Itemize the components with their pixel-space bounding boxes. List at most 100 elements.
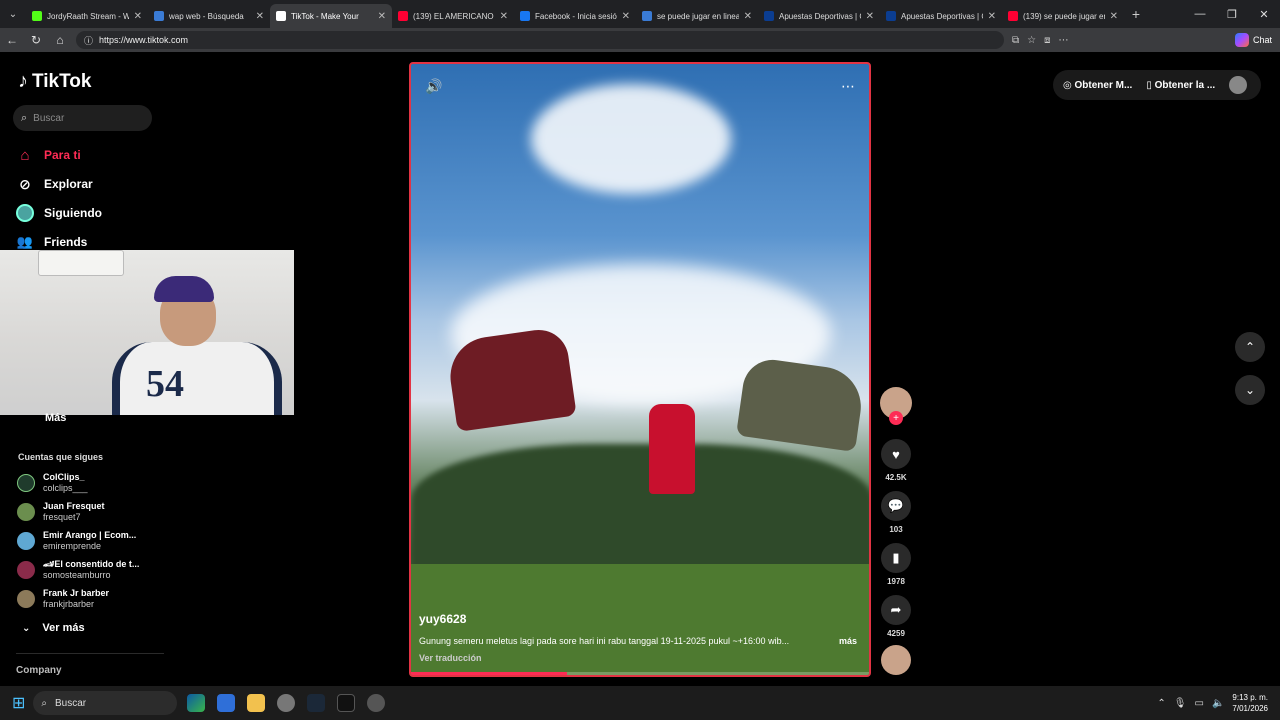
browser-tab[interactable]: TikTok - Make Your ✕ <box>270 4 392 28</box>
home-button[interactable]: ⌂ <box>48 33 72 47</box>
close-tab-icon[interactable]: ✕ <box>378 11 386 22</box>
volume-tray-icon[interactable]: 🔈 <box>1212 698 1224 709</box>
video-author[interactable]: yuy6628 <box>419 612 466 626</box>
settings-menu-icon[interactable]: ⋯ <box>1058 35 1068 46</box>
browser-tab[interactable]: JordyRaath Stream - Wa ✕ <box>26 4 148 28</box>
tiktok-logo[interactable]: ♪ TikTok <box>18 70 91 93</box>
more-link[interactable]: Más <box>45 412 66 424</box>
taskbar-search-input[interactable]: ⌕ Buscar <box>33 691 178 715</box>
sound-avatar-button[interactable] <box>879 645 913 675</box>
microphone-icon[interactable]: 🎙 <box>1174 698 1187 709</box>
sound-avatar <box>881 645 911 675</box>
back-button[interactable]: ← <box>0 33 24 47</box>
tray-chevron-icon[interactable]: ⌃ <box>1157 698 1165 709</box>
followed-account[interactable]: Emir Arango | Ecom... emiremprende <box>17 530 136 552</box>
sidebar-search-input[interactable]: ⌕ Buscar <box>13 105 152 131</box>
tab-favicon <box>154 11 164 21</box>
clock[interactable]: 9:13 p. m. 7/01/2026 <box>1232 692 1268 714</box>
tab-favicon <box>764 11 774 21</box>
more-options-icon[interactable]: ⋯ <box>841 78 855 95</box>
see-more-button[interactable]: ⌄ Ver más <box>22 622 85 634</box>
tab-title: Apuestas Deportivas | C <box>901 11 983 21</box>
tab-favicon <box>886 11 896 21</box>
browser-tab[interactable]: Apuestas Deportivas | C ✕ <box>758 4 880 28</box>
close-tab-icon[interactable]: ✕ <box>744 11 752 22</box>
followed-account[interactable]: Frank Jr barber frankjrbarber <box>17 588 109 610</box>
share-button[interactable]: ➦ 4259 <box>879 595 913 638</box>
close-window-button[interactable]: ✕ <box>1248 8 1280 21</box>
collections-icon[interactable]: ⧈ <box>1044 35 1050 46</box>
sidebar-item-explorar[interactable]: ⊘ Explorar <box>16 175 93 193</box>
translate-link[interactable]: Ver traducción <box>419 653 482 663</box>
get-app-button[interactable]: ▯ Obtener la ... <box>1146 80 1215 91</box>
minimize-button[interactable]: — <box>1184 8 1216 21</box>
extensions-icon[interactable]: ⧉ <box>1012 35 1019 46</box>
edge-icon[interactable] <box>187 694 206 712</box>
tab-actions-button[interactable]: ⌄ <box>0 0 26 28</box>
volume-icon[interactable]: 🔊 <box>425 78 442 95</box>
account-name: Frank Jr barber <box>43 588 110 598</box>
tiktok-app-icon[interactable] <box>337 694 356 712</box>
close-tab-icon[interactable]: ✕ <box>256 11 264 22</box>
browser-tab[interactable]: (139) se puede jugar en ✕ <box>1002 4 1124 28</box>
close-tab-icon[interactable]: ✕ <box>622 11 630 22</box>
close-tab-icon[interactable]: ✕ <box>988 11 996 22</box>
close-tab-icon[interactable]: ✕ <box>866 11 874 22</box>
close-tab-icon[interactable]: ✕ <box>1110 11 1118 22</box>
cloud <box>531 84 731 194</box>
profile-avatar[interactable] <box>1229 76 1248 94</box>
save-button[interactable]: ▮ 1978 <box>879 543 913 586</box>
store-icon[interactable] <box>217 694 236 712</box>
copilot-chat-button[interactable]: Chat <box>1234 33 1272 47</box>
close-tab-icon[interactable]: ✕ <box>134 11 142 22</box>
search-icon: ⌕ <box>21 111 28 124</box>
settings-icon[interactable] <box>367 694 386 712</box>
reload-button[interactable]: ↻ <box>24 33 48 47</box>
next-video-button[interactable]: ⌄ <box>1235 375 1265 405</box>
avatar <box>17 532 35 550</box>
windows-start-icon[interactable]: ⊞ <box>12 693 25 713</box>
author-avatar-button[interactable]: + <box>879 387 913 425</box>
chrome-icon[interactable] <box>277 694 296 712</box>
followed-account[interactable]: 🏎El consentido de t... somosteamburro <box>17 559 139 581</box>
sidebar-item-siguiendo[interactable]: Siguiendo <box>16 204 102 222</box>
caption-more-link[interactable]: más <box>839 636 857 646</box>
browser-tab[interactable]: (139) EL AMERICANO 4! ✕ <box>392 4 514 28</box>
like-button[interactable]: ♥ 42.5K <box>879 439 913 482</box>
sidebar-item-para-ti[interactable]: ⌂ Para ti <box>16 146 80 164</box>
site-info-icon[interactable]: ⓘ <box>84 34 93 47</box>
account-name: ColClips_ <box>43 472 85 482</box>
tab-favicon <box>32 11 42 21</box>
network-icon[interactable]: ▭ <box>1195 698 1204 709</box>
tiktok-note-icon: ♪ <box>18 70 28 92</box>
steam-icon[interactable] <box>307 694 326 712</box>
followed-account[interactable]: Juan Fresquet fresquet7 <box>17 501 105 523</box>
toolbar-icons: ⧉ ☆ ⧈ ⋯ <box>1012 35 1068 46</box>
browser-tab[interactable]: Facebook - Inicia sesión ✕ <box>514 4 636 28</box>
top-right-bar: ◎ Obtener M... ▯ Obtener la ... <box>1053 70 1261 100</box>
previous-video-button[interactable]: ⌃ <box>1235 332 1265 362</box>
favorites-icon[interactable]: ☆ <box>1027 35 1036 46</box>
new-tab-button[interactable]: + <box>1124 6 1148 22</box>
url-field[interactable]: ⓘ https://www.tiktok.com <box>76 31 1004 49</box>
file-explorer-icon[interactable] <box>247 694 266 712</box>
logo-text: TikTok <box>32 70 92 92</box>
browser-tab[interactable]: Apuestas Deportivas | C ✕ <box>880 4 1002 28</box>
company-link[interactable]: Company <box>16 665 62 676</box>
followed-account[interactable]: ColClips_ colclips___ <box>17 472 88 494</box>
maximize-button[interactable]: ❐ <box>1216 8 1248 21</box>
video-progress-bar[interactable] <box>411 672 869 675</box>
account-username: frankjrbarber <box>43 599 95 609</box>
follow-plus-icon[interactable]: + <box>889 411 903 425</box>
browser-tab[interactable]: wap web - Búsqueda ✕ <box>148 4 270 28</box>
account-username: fresquet7 <box>43 512 81 522</box>
get-app-label: Obtener la ... <box>1154 79 1216 91</box>
sidebar-item-friends[interactable]: 👥 Friends <box>16 233 87 251</box>
account-username: somosteamburro <box>43 570 111 580</box>
close-tab-icon[interactable]: ✕ <box>500 11 508 22</box>
browser-tab[interactable]: se puede jugar en linea ✕ <box>636 4 758 28</box>
heart-icon: ♥ <box>881 439 911 469</box>
comment-button[interactable]: 💬 103 <box>879 491 913 534</box>
video-player[interactable]: 🔊 ⋯ yuy6628 Gunung semeru meletus lagi p… <box>409 62 871 677</box>
get-coins-button[interactable]: ◎ Obtener M... <box>1063 80 1132 91</box>
